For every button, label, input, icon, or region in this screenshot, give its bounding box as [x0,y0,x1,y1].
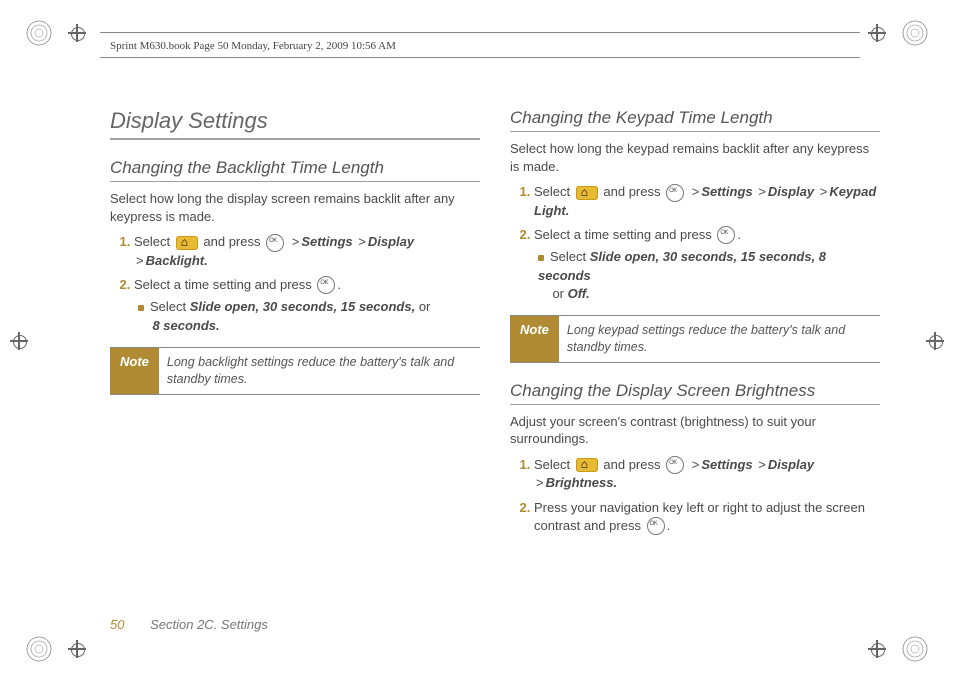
page-title: Display Settings [110,108,480,140]
step-list: Select and press >Settings >Display >Bac… [110,233,480,335]
step-list: Select and press >Settings >Display >Key… [510,183,880,303]
section-heading: Changing the Backlight Time Length [110,158,480,182]
step-item: Press your navigation key left or right … [534,499,880,536]
step-text: Select [134,234,170,249]
content-area: Display Settings Changing the Backlight … [110,100,880,541]
ornament-icon [900,634,930,664]
page-number: 50 [110,617,124,632]
footer: 50 Section 2C. Settings [110,617,268,632]
sub-step-text: or [419,299,431,314]
ornament-icon [24,634,54,664]
menu-path: Display [768,457,814,472]
menu-path: Brightness. [546,475,618,490]
registration-mark-icon [926,332,944,350]
step-text: and press [603,457,660,472]
sub-step: Select Slide open, 30 seconds, 15 second… [138,298,480,334]
note-box: Note Long backlight settings reduce the … [110,347,480,395]
bullet-icon [138,305,144,311]
chevron-right-icon: > [290,234,302,249]
menu-ok-icon [647,517,665,535]
menu-ok-icon [317,276,335,294]
chevron-right-icon: > [134,253,146,268]
chevron-right-icon: > [818,184,830,199]
section-heading: Changing the Display Screen Brightness [510,381,880,405]
step-text: Select a time setting and press [134,277,312,292]
note-label: Note [110,348,159,394]
menu-path: Settings [701,184,752,199]
step-text: Select [534,457,570,472]
note-text: Long keypad settings reduce the battery'… [559,316,880,362]
sub-step: Select Slide open, 30 seconds, 15 second… [538,248,880,303]
page: Sprint M630.book Page 50 Monday, Februar… [0,0,954,682]
menu-path: Display [768,184,814,199]
menu-path: Settings [301,234,352,249]
ornament-icon [900,18,930,48]
note-text: Long backlight settings reduce the batte… [159,348,480,394]
section-lead: Select how long the display screen remai… [110,190,480,225]
sub-step-text: or [552,286,564,301]
registration-mark-icon [868,640,886,658]
menu-ok-icon [717,226,735,244]
menu-path: Backlight. [146,253,208,268]
section-heading: Changing the Keypad Time Length [510,108,880,132]
right-column: Changing the Keypad Time Length Select h… [510,100,880,541]
option-list: Slide open, 30 seconds, 15 seconds, [190,299,415,314]
note-label: Note [510,316,559,362]
section-lead: Adjust your screen's contrast (brightnes… [510,413,880,448]
header-text: Sprint M630.book Page 50 Monday, Februar… [110,40,396,52]
step-item: Select and press >Settings >Display >Bac… [134,233,480,270]
chevron-right-icon: > [690,184,702,199]
chevron-right-icon: > [756,184,768,199]
home-icon [576,186,598,200]
sub-step-text: Select [550,249,586,264]
chevron-right-icon: > [534,475,546,490]
registration-mark-icon [68,640,86,658]
section-lead: Select how long the keypad remains backl… [510,140,880,175]
step-text: Press your navigation key left or right … [534,500,865,533]
step-text: Select a time setting and press [534,227,712,242]
step-item: Select a time setting and press . Select… [134,276,480,335]
section-label: Section 2C. Settings [150,617,268,632]
step-text: Select [534,184,570,199]
chevron-right-icon: > [756,457,768,472]
step-item: Select a time setting and press . Select… [534,226,880,303]
registration-mark-icon [10,332,28,350]
sub-step-text: Select [150,299,186,314]
registration-mark-icon [868,24,886,42]
note-box: Note Long keypad settings reduce the bat… [510,315,880,363]
step-item: Select and press >Settings >Display >Key… [534,183,880,220]
chevron-right-icon: > [356,234,368,249]
bullet-icon [538,255,544,261]
step-item: Select and press >Settings >Display >Bri… [534,456,880,493]
left-column: Display Settings Changing the Backlight … [110,100,480,541]
chevron-right-icon: > [690,457,702,472]
menu-path: Settings [701,457,752,472]
menu-ok-icon [266,234,284,252]
registration-mark-icon [68,24,86,42]
menu-ok-icon [666,184,684,202]
home-icon [576,458,598,472]
step-text: and press [603,184,660,199]
option-list: Off. [568,286,590,301]
option-list: 8 seconds. [152,318,219,333]
step-list: Select and press >Settings >Display >Bri… [510,456,880,536]
menu-ok-icon [666,456,684,474]
ornament-icon [24,18,54,48]
step-text: and press [203,234,260,249]
menu-path: Display [368,234,414,249]
home-icon [176,236,198,250]
